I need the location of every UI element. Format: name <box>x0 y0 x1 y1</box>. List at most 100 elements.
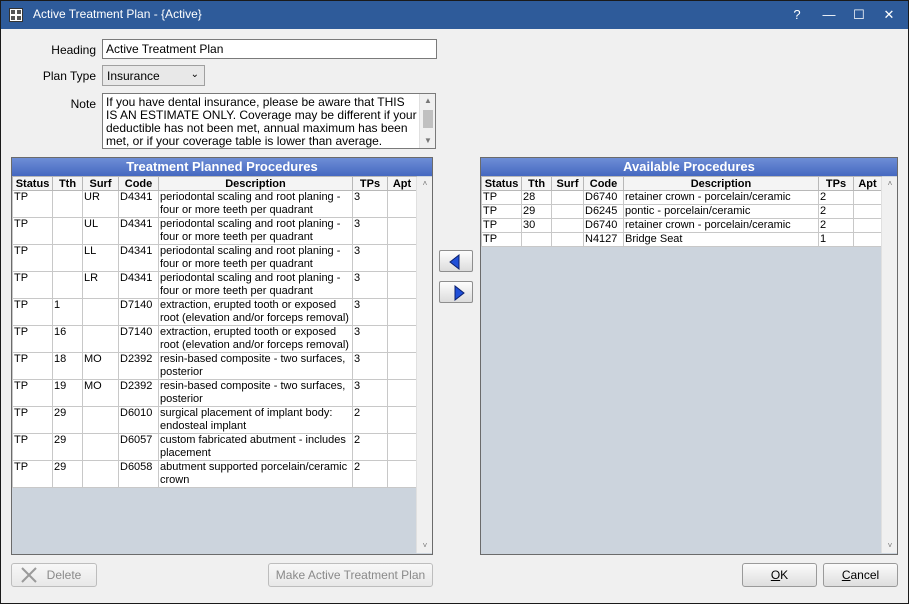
arrow-left-icon <box>449 254 460 270</box>
planned-procedures-grid[interactable]: Status Tth Surf Code Description TPs Apt TP UR D… <box>12 176 417 488</box>
available-scrollbar[interactable]: ˄ ˅ <box>881 177 897 553</box>
column-header[interactable]: Surf <box>551 176 584 191</box>
column-header[interactable]: Description <box>158 176 353 191</box>
table-cell <box>387 190 417 218</box>
table-row[interactable]: TP 29 D6245 pontic - porcelain/ceramic 2 <box>481 204 882 219</box>
table-cell: TP <box>12 244 53 272</box>
table-cell: 3 <box>352 298 388 326</box>
close-button[interactable]: ✕ <box>877 5 901 25</box>
scroll-down-icon[interactable]: ▼ <box>420 134 435 148</box>
plan-type-value: Insurance <box>107 69 160 83</box>
column-header[interactable]: Tth <box>521 176 552 191</box>
scroll-up-icon[interactable]: ˄ <box>882 177 898 191</box>
plan-type-select[interactable]: Insurance ⌄ <box>102 65 205 86</box>
column-header[interactable]: Apt <box>387 176 417 191</box>
cancel-button[interactable]: Cancel <box>823 563 898 587</box>
table-cell: retainer crown - porcelain/ceramic <box>623 190 819 205</box>
column-header[interactable]: Code <box>118 176 159 191</box>
table-cell: 29 <box>52 433 83 461</box>
table-cell: 2 <box>818 218 854 233</box>
table-cell: LR <box>82 271 119 299</box>
table-cell: 3 <box>352 244 388 272</box>
note-label: Note <box>70 97 96 111</box>
table-cell: TP <box>481 204 522 219</box>
ok-button[interactable]: OK <box>742 563 817 587</box>
column-header[interactable]: TPs <box>352 176 388 191</box>
table-row[interactable]: TP UR D4341 periodontal scaling and root pl… <box>12 190 417 218</box>
table-cell: 28 <box>521 190 552 205</box>
table-cell: TP <box>12 379 53 407</box>
table-row[interactable]: TP 16 D7140 extraction, erupted tooth or ex… <box>12 325 417 353</box>
table-row[interactable]: TP N4127 Bridge Seat 1 <box>481 232 882 247</box>
table-cell: D6058 <box>118 460 159 488</box>
table-cell: D4341 <box>118 271 159 299</box>
note-scrollbar[interactable]: ▲ ▼ <box>419 94 435 148</box>
table-cell: pontic - porcelain/ceramic <box>623 204 819 219</box>
table-row[interactable]: TP LR D4341 periodontal scaling and root pl… <box>12 271 417 299</box>
make-active-plan-button[interactable]: Make Active Treatment Plan <box>268 563 433 587</box>
table-cell: retainer crown - porcelain/ceramic <box>623 218 819 233</box>
table-cell <box>387 217 417 245</box>
maximize-button[interactable]: ☐ <box>847 5 871 25</box>
scroll-up-icon[interactable]: ▲ <box>420 94 435 108</box>
note-textarea[interactable]: If you have dental insurance, please be … <box>102 93 436 149</box>
table-cell: D6740 <box>583 190 624 205</box>
scroll-down-icon[interactable]: ˅ <box>882 539 898 553</box>
table-cell: Bridge Seat <box>623 232 819 247</box>
table-cell: TP <box>12 460 53 488</box>
table-row[interactable]: TP 29 D6057 custom fabricated abutment - in… <box>12 433 417 461</box>
table-row[interactable]: TP 18 MO D2392 resin-based composite - two s… <box>12 352 417 380</box>
table-row[interactable]: TP LL D4341 periodontal scaling and root pl… <box>12 244 417 272</box>
column-header[interactable]: Apt <box>853 176 882 191</box>
column-header[interactable]: Surf <box>82 176 119 191</box>
table-cell: periodontal scaling and root planing - f… <box>158 190 353 218</box>
table-row[interactable]: TP 30 D6740 retainer crown - porcelain/cera… <box>481 218 882 233</box>
column-header[interactable]: Status <box>12 176 53 191</box>
table-cell <box>82 460 119 488</box>
table-cell: TP <box>12 298 53 326</box>
heading-input[interactable] <box>102 39 437 59</box>
table-cell <box>82 433 119 461</box>
app-icon <box>9 8 23 22</box>
table-row[interactable]: TP 28 D6740 retainer crown - porcelain/cera… <box>481 190 882 205</box>
minimize-button[interactable]: — <box>817 5 841 25</box>
table-cell: TP <box>12 352 53 380</box>
table-cell <box>853 204 882 219</box>
table-cell <box>387 271 417 299</box>
note-text: If you have dental insurance, please be … <box>106 95 417 148</box>
delete-button[interactable]: Delete <box>11 563 97 587</box>
table-row[interactable]: TP 19 MO D2392 resin-based composite - two s… <box>12 379 417 407</box>
table-cell: TP <box>12 433 53 461</box>
column-header[interactable]: Status <box>481 176 522 191</box>
move-right-button[interactable] <box>439 281 473 303</box>
table-cell: 30 <box>521 218 552 233</box>
table-cell: TP <box>12 325 53 353</box>
available-procedures-grid[interactable]: Status Tth Surf Code Description TPs Apt TP 28 D… <box>481 176 882 247</box>
table-cell <box>853 218 882 233</box>
table-cell: TP <box>481 190 522 205</box>
chevron-down-icon: ⌄ <box>190 69 199 80</box>
plan-type-label: Plan Type <box>42 69 96 83</box>
table-cell: TP <box>12 271 53 299</box>
help-button[interactable]: ? <box>785 5 809 25</box>
column-header[interactable]: Description <box>623 176 819 191</box>
scroll-thumb[interactable] <box>423 110 433 128</box>
table-cell <box>387 298 417 326</box>
table-row[interactable]: TP UL D4341 periodontal scaling and root pl… <box>12 217 417 245</box>
column-header[interactable]: Tth <box>52 176 83 191</box>
table-cell: periodontal scaling and root planing - f… <box>158 244 353 272</box>
planned-scrollbar[interactable]: ˄ ˅ <box>416 177 432 553</box>
table-row[interactable]: TP 29 D6058 abutment supported porcelain/ce… <box>12 460 417 488</box>
move-left-button[interactable] <box>439 250 473 272</box>
table-cell: 29 <box>521 204 552 219</box>
table-cell <box>853 232 882 247</box>
column-header[interactable]: Code <box>583 176 624 191</box>
table-row[interactable]: TP 29 D6010 surgical placement of implant b… <box>12 406 417 434</box>
table-cell: D4341 <box>118 244 159 272</box>
column-header[interactable]: TPs <box>818 176 854 191</box>
scroll-up-icon[interactable]: ˄ <box>417 177 433 191</box>
table-row[interactable]: TP 1 D7140 extraction, erupted tooth or exp… <box>12 298 417 326</box>
table-cell: D6740 <box>583 218 624 233</box>
table-cell: 1 <box>52 298 83 326</box>
scroll-down-icon[interactable]: ˅ <box>417 539 433 553</box>
